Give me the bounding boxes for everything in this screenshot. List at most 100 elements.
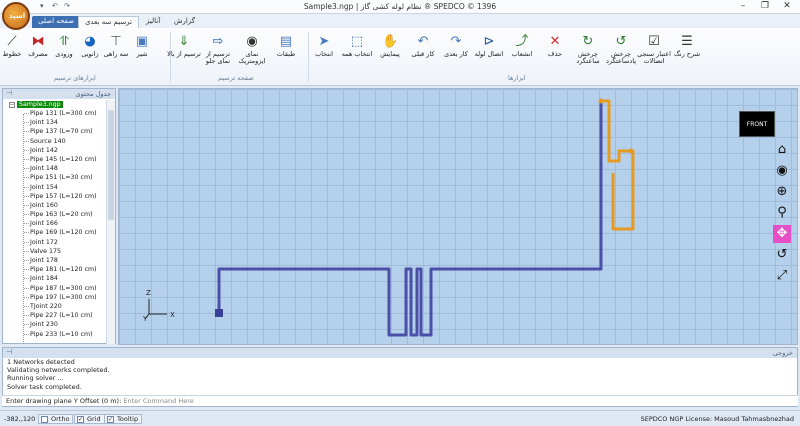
- tree-item[interactable]: Pipe 151 (L=30 cm): [3, 173, 107, 182]
- ribbon-button-label: شیر: [136, 50, 148, 58]
- tree-item[interactable]: Pipe 131 (L=300 cm): [3, 109, 107, 118]
- collapse-icon[interactable]: −: [9, 102, 15, 108]
- checkbox-icon[interactable]: ✓: [107, 416, 114, 423]
- scrollbar-thumb[interactable]: [108, 110, 114, 220]
- rotate-cw-icon: ↻: [582, 34, 594, 49]
- tree-item[interactable]: TJoint 220: [3, 302, 107, 311]
- ribbon-button-eye[interactable]: ◉ نمای ایزومتریک: [234, 34, 270, 65]
- checkbox-icon[interactable]: ✓: [77, 416, 84, 423]
- tree-item[interactable]: Joint 166: [3, 219, 107, 228]
- ribbon-button-label: چرخش ساعتگرد: [576, 50, 600, 65]
- ribbon-button-branch[interactable]: ⤴ انشعاب: [504, 34, 540, 58]
- tree-panel-title: جدول محتوی: [75, 90, 111, 98]
- tab-home[interactable]: صفحه اصلی: [32, 16, 81, 28]
- rotate-icon[interactable]: ↺: [773, 246, 791, 264]
- zoom-window-icon[interactable]: ⊕: [773, 183, 791, 201]
- tree-item[interactable]: Joint 134: [3, 118, 107, 127]
- tree-item[interactable]: Pipe 169 (L=120 cm): [3, 228, 107, 237]
- ribbon-button-color-legend[interactable]: ☰ شرح رنگ: [669, 34, 705, 58]
- tree-item[interactable]: Joint 230: [3, 320, 107, 329]
- ribbon-button-rotate-ccw[interactable]: ↺ چرخش پادساعتگرد: [603, 34, 639, 65]
- ribbon-button-label: پیمایش: [380, 50, 400, 58]
- delete-icon: ✕: [549, 34, 561, 49]
- tree-item[interactable]: Pipe 233 (L=10 cm): [3, 330, 107, 339]
- ribbon-button-rotate-cw[interactable]: ↻ چرخش ساعتگرد: [570, 34, 606, 65]
- tree-item[interactable]: Joint 160: [3, 201, 107, 210]
- app-logo[interactable]: اسپد: [2, 2, 30, 30]
- hand-icon: ✋: [382, 34, 399, 49]
- fit-icon[interactable]: ⤢: [773, 267, 791, 285]
- ribbon-button-delete[interactable]: ✕ حذف: [537, 34, 573, 58]
- tree-item[interactable]: Pipe 145 (L=120 cm): [3, 155, 107, 164]
- tree-item[interactable]: Joint 184: [3, 274, 107, 283]
- look-icon[interactable]: ◉: [773, 162, 791, 180]
- tree-item[interactable]: Pipe 163 (L=20 cm): [3, 210, 107, 219]
- line-icon: ⟋: [7, 34, 17, 49]
- pin-icon[interactable]: ⊣: [6, 348, 12, 356]
- ribbon-button-valve[interactable]: ▣ شیر: [124, 34, 160, 58]
- tree-scrollbar[interactable]: [106, 100, 115, 344]
- tree-item[interactable]: Joint 142: [3, 146, 107, 155]
- command-prompt: Enter drawing plane Y Offset (0 m):: [6, 397, 122, 405]
- tree-item[interactable]: Pipe 227 (L=10 cm): [3, 311, 107, 320]
- ribbon-button-connect[interactable]: ⊳ اتصال لوله: [471, 34, 507, 58]
- tree-item[interactable]: Joint 148: [3, 164, 107, 173]
- source-point: [215, 309, 223, 317]
- tree-item[interactable]: Joint 154: [3, 183, 107, 192]
- ribbon: ⟋ خطوط ⧓ مصرف ⥣ ورودی ◕ زانویی ⊤ سه راهی ▣ شیر ⇓ ترس…: [0, 28, 800, 86]
- main-blue-pipe: [217, 101, 603, 337]
- tab-report[interactable]: گزارش: [168, 16, 201, 28]
- close-button[interactable]: ✕: [776, 0, 798, 13]
- checkbox-icon[interactable]: [41, 416, 48, 423]
- tee-icon: ⊤: [110, 34, 122, 49]
- tree-item[interactable]: Source 140: [3, 137, 107, 146]
- drawing-canvas[interactable]: Z X Y FRONT ⌂ ◉ ⊕ ⚲ ✥ ↺ ⤢: [118, 88, 798, 345]
- ribbon-button-layers[interactable]: ▤ طبقات: [268, 34, 304, 58]
- axis-gizmo: [144, 299, 167, 320]
- ribbon-button-download-arrow[interactable]: ⇓ ترسیم از بالا: [166, 34, 202, 58]
- ribbon-button-select-all[interactable]: ⬚ انتخاب همه: [339, 34, 375, 58]
- color-legend-icon: ☰: [681, 34, 693, 49]
- maximize-button[interactable]: ❐: [754, 0, 776, 13]
- tree-item[interactable]: Valve 175: [3, 247, 107, 256]
- group-tools: ابزارها: [508, 74, 526, 82]
- ortho-label: Ortho: [51, 415, 70, 423]
- tooltip-toggle[interactable]: ✓ Tooltip: [104, 414, 143, 424]
- ribbon-button-label: اتصال لوله: [474, 50, 504, 58]
- tree-root[interactable]: − Sample3.ngp: [3, 100, 107, 109]
- orange-pipe-network: [601, 99, 635, 231]
- ribbon-button-label: کار بعدی: [444, 50, 468, 58]
- grid-toggle[interactable]: ✓ Grid: [74, 414, 105, 424]
- tree-item[interactable]: Pipe 157 (L=120 cm): [3, 192, 107, 201]
- ribbon-button-undo[interactable]: ↶ کار قبلی: [405, 34, 441, 58]
- view-cube[interactable]: FRONT: [739, 111, 775, 137]
- tree-item[interactable]: Joint 178: [3, 256, 107, 265]
- ribbon-button-arrow-right-box[interactable]: ⇨ ترسیم از نمای جلو: [200, 34, 236, 65]
- ortho-toggle[interactable]: Ortho: [38, 414, 74, 424]
- ribbon-button-redo[interactable]: ↷ کار بعدی: [438, 34, 474, 58]
- cursor-coordinates: -382,,120: [4, 415, 36, 423]
- inlet-icon: ⥣: [59, 34, 69, 49]
- tree-item[interactable]: Pipe 137 (L=70 cm): [3, 127, 107, 136]
- tab-3d-drawing[interactable]: ترسیم سه بعدی: [78, 16, 139, 28]
- ribbon-button-checklist[interactable]: ☑ اعتبار سنجی اتصالات: [636, 34, 672, 65]
- tab-analysis[interactable]: آنالیز: [140, 16, 166, 28]
- pan-icon[interactable]: ✥: [773, 225, 791, 243]
- tree-item[interactable]: Pipe 187 (L=300 cm): [3, 284, 107, 293]
- ribbon-button-cursor[interactable]: ➤ انتخاب: [306, 34, 342, 58]
- ribbon-button-label: کار قبلی: [411, 50, 435, 58]
- ribbon-button-hand[interactable]: ✋ پیمایش: [372, 34, 408, 58]
- license-text: SEPDCO NGP License: Masoud Tahmasbnezhad: [640, 415, 794, 423]
- orange-joint: [628, 148, 634, 154]
- minimize-button[interactable]: –: [732, 0, 754, 13]
- tree-panel-header: ⊣ جدول محتوی: [3, 89, 115, 99]
- pin-icon[interactable]: ⊣: [6, 89, 12, 97]
- zoom-icon[interactable]: ⚲: [773, 204, 791, 222]
- home-icon[interactable]: ⌂: [773, 141, 791, 159]
- command-line[interactable]: Enter drawing plane Y Offset (0 m): Ente…: [2, 395, 798, 406]
- tree-item[interactable]: Joint 172: [3, 238, 107, 247]
- layers-icon: ▤: [279, 34, 293, 49]
- tree-item[interactable]: Pipe 181 (L=120 cm): [3, 265, 107, 274]
- tree-item[interactable]: Pipe 197 (L=300 cm): [3, 293, 107, 302]
- command-input[interactable]: Enter Command Here: [123, 397, 193, 405]
